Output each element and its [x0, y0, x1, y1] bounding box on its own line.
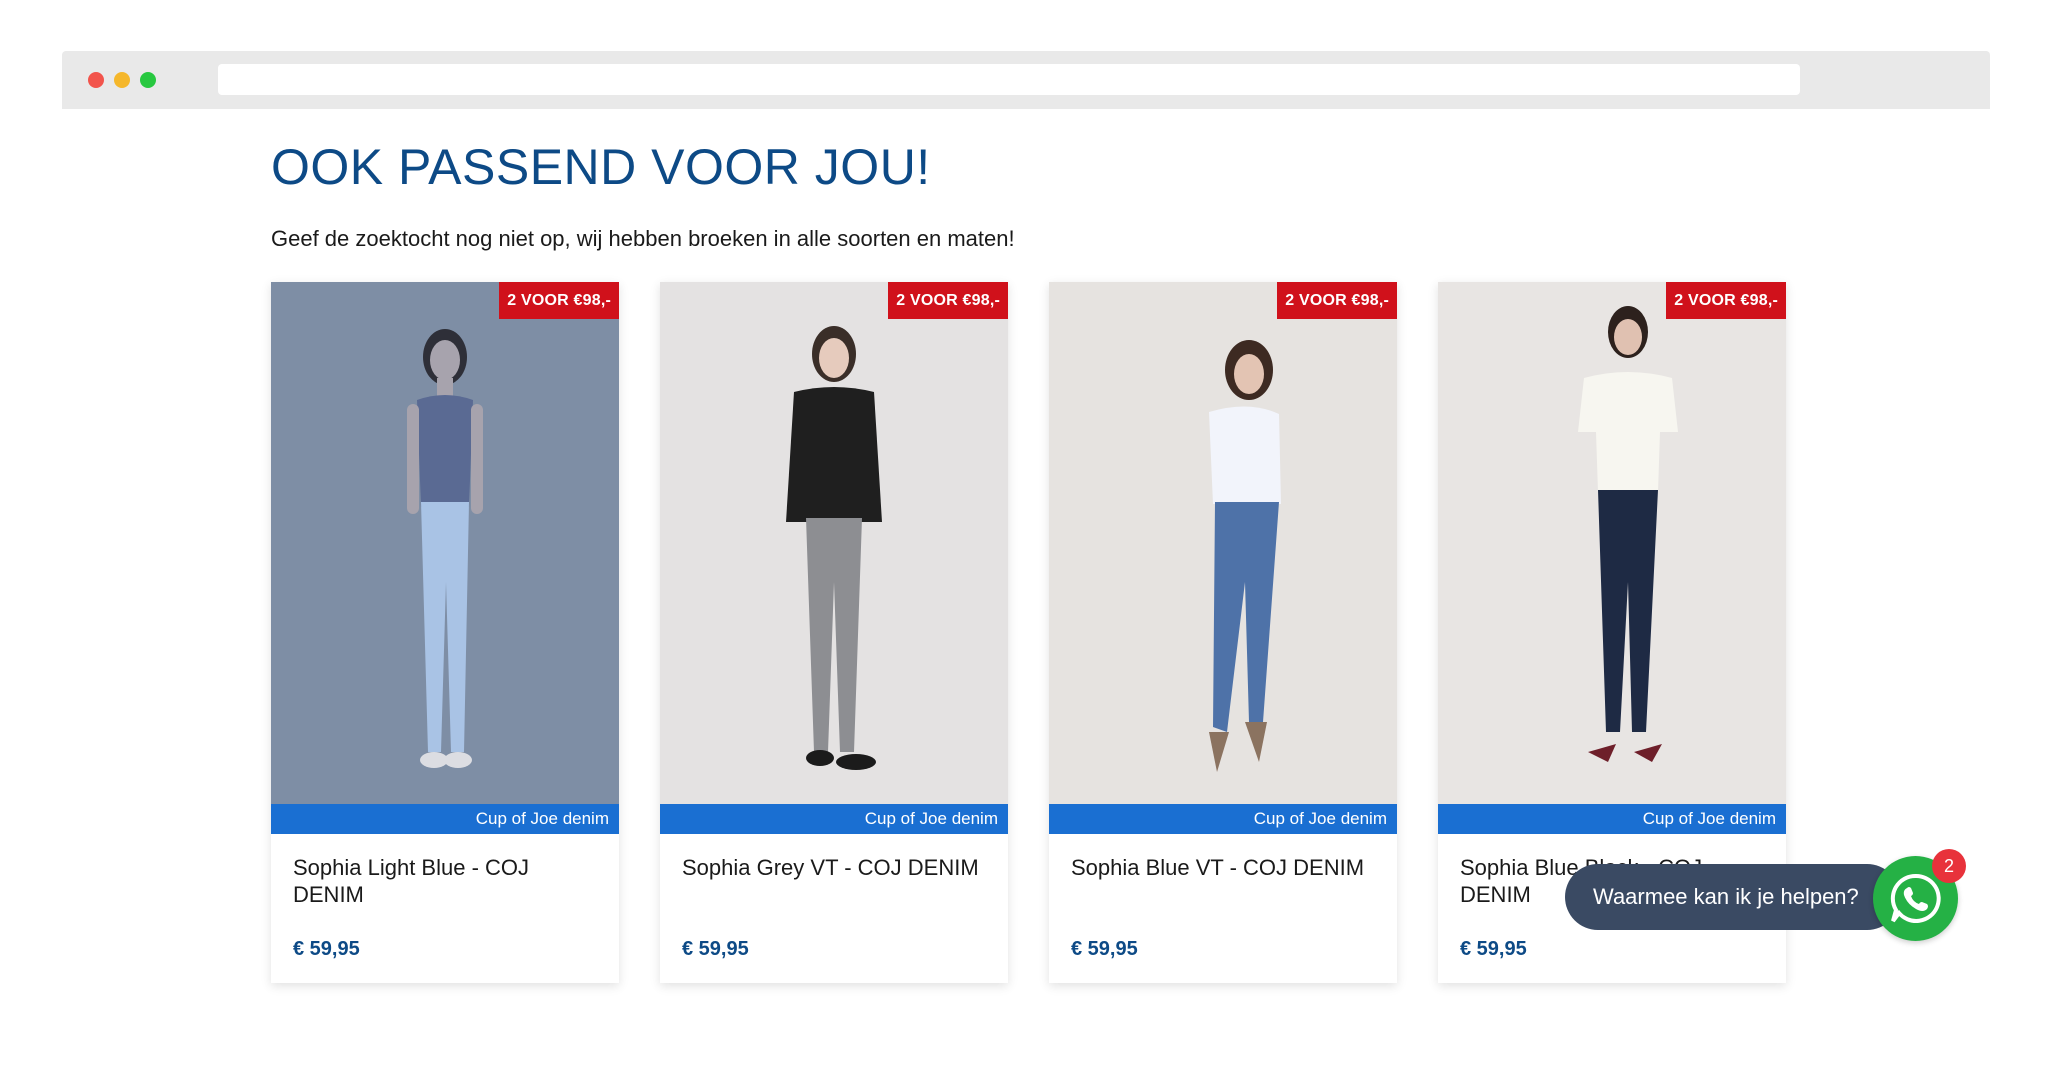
product-image[interactable]: 2 VOOR €98,- — [1049, 282, 1397, 804]
browser-toolbar — [62, 51, 1990, 109]
promo-badge: 2 VOOR €98,- — [499, 282, 619, 319]
product-name[interactable]: Sophia Blue VT - COJ DENIM — [1071, 854, 1371, 881]
product-price: € 59,95 — [1460, 938, 1527, 960]
unread-count-badge: 2 — [1932, 849, 1966, 883]
window-close-button[interactable] — [88, 72, 104, 88]
chat-prompt-bubble[interactable]: Waarmee kan ik je helpen? — [1565, 864, 1900, 930]
window-maximize-button[interactable] — [140, 72, 156, 88]
product-card[interactable]: 2 VOOR €98,- Cup of Joe denim Sophia Gre… — [660, 282, 1008, 983]
promo-badge: 2 VOOR €98,- — [888, 282, 1008, 319]
promo-badge: 2 VOOR €98,- — [1277, 282, 1397, 319]
product-name[interactable]: Sophia Light Blue - COJ DENIM — [293, 854, 593, 908]
product-image[interactable]: 2 VOOR €98,- — [1438, 282, 1786, 804]
brand-label: Cup of Joe denim — [1438, 804, 1786, 834]
brand-label: Cup of Joe denim — [1049, 804, 1397, 834]
whatsapp-icon — [1890, 873, 1941, 923]
product-name[interactable]: Sophia Grey VT - COJ DENIM — [682, 854, 982, 881]
page-subtitle: Geef de zoektocht nog niet op, wij hebbe… — [271, 226, 1015, 251]
product-image[interactable]: 2 VOOR €98,- — [271, 282, 619, 804]
product-price: € 59,95 — [1071, 938, 1138, 960]
product-price: € 59,95 — [293, 938, 360, 960]
address-bar[interactable] — [218, 64, 1800, 95]
product-image[interactable]: 2 VOOR €98,- — [660, 282, 1008, 804]
window-minimize-button[interactable] — [114, 72, 130, 88]
product-card[interactable]: 2 VOOR €98,- Cup of Joe denim Sophia Lig… — [271, 282, 619, 983]
page-title: OOK PASSEND VOOR JOU! — [271, 139, 931, 195]
product-card[interactable]: 2 VOOR €98,- Cup of Joe denim Sophia Blu… — [1049, 282, 1397, 983]
product-price: € 59,95 — [682, 938, 749, 960]
brand-label: Cup of Joe denim — [271, 804, 619, 834]
promo-badge: 2 VOOR €98,- — [1666, 282, 1786, 319]
brand-label: Cup of Joe denim — [660, 804, 1008, 834]
